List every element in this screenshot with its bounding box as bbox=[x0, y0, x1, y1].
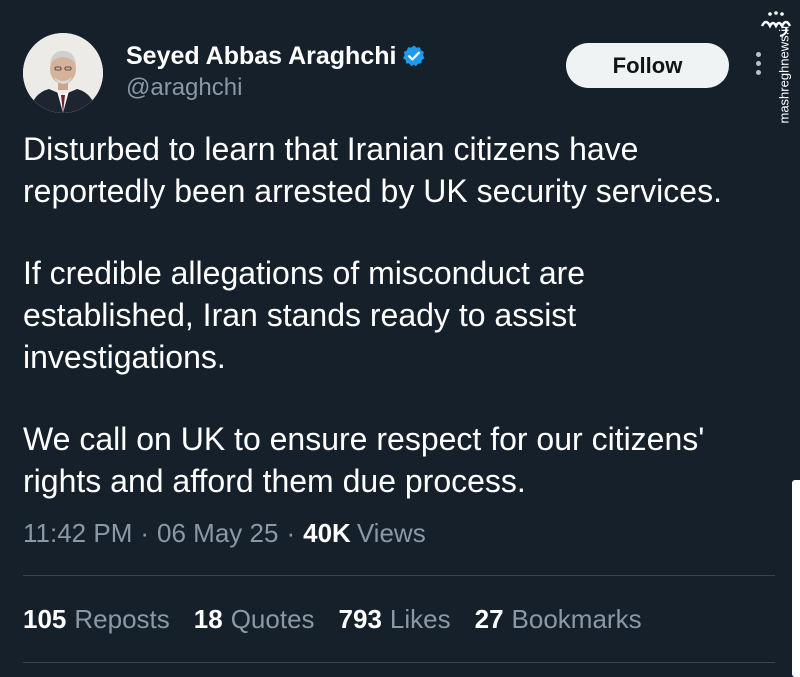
follow-button[interactable]: Follow bbox=[566, 43, 729, 88]
verified-badge-icon bbox=[402, 44, 426, 68]
divider bbox=[23, 662, 775, 663]
avatar[interactable] bbox=[23, 33, 103, 113]
tweet-paragraph: If credible allegations of misconduct ar… bbox=[23, 255, 586, 375]
author-display-name[interactable]: Seyed Abbas Araghchi bbox=[126, 42, 396, 71]
scrollbar[interactable] bbox=[792, 480, 800, 677]
bookmarks-label: Bookmarks bbox=[511, 604, 642, 634]
tweet-paragraph: Disturbed to learn that Iranian citizens… bbox=[23, 131, 722, 209]
bookmarks-stat[interactable]: 27 Bookmarks bbox=[475, 604, 642, 635]
reposts-stat[interactable]: 105 Reposts bbox=[23, 604, 170, 635]
likes-count: 793 bbox=[338, 604, 382, 634]
reposts-count: 105 bbox=[23, 604, 67, 634]
author-handle[interactable]: @araghchi bbox=[126, 74, 242, 102]
tweet-paragraph: We call on UK to ensure respect for our … bbox=[23, 421, 705, 499]
tweet-stats: 105 Reposts 18 Quotes 793 Likes 27 Bookm… bbox=[23, 604, 666, 635]
quotes-label: Quotes bbox=[230, 604, 315, 634]
tweet-time[interactable]: 11:42 PM bbox=[23, 518, 132, 549]
tweet-meta: 11:42 PM · 06 May 25 · 40K Views bbox=[23, 518, 426, 549]
reposts-label: Reposts bbox=[74, 604, 170, 634]
meta-separator: · bbox=[140, 518, 150, 548]
tweet-text: Disturbed to learn that Iranian citizens… bbox=[23, 128, 773, 542]
views-label: Views bbox=[356, 518, 426, 548]
more-vertical-icon[interactable] bbox=[753, 52, 763, 78]
quotes-stat[interactable]: 18 Quotes bbox=[194, 604, 315, 635]
likes-label: Likes bbox=[389, 604, 451, 634]
views-count[interactable]: 40K bbox=[303, 518, 351, 549]
divider bbox=[23, 575, 775, 576]
meta-separator: · bbox=[286, 518, 296, 548]
tweet-date[interactable]: 06 May 25 bbox=[157, 518, 278, 549]
bookmarks-count: 27 bbox=[474, 604, 504, 634]
author-name-row[interactable]: Seyed Abbas Araghchi bbox=[126, 40, 426, 72]
quotes-count: 18 bbox=[193, 604, 223, 634]
watermark-url: mashreghnews.ir bbox=[776, 24, 792, 124]
likes-stat[interactable]: 793 Likes bbox=[339, 604, 451, 635]
